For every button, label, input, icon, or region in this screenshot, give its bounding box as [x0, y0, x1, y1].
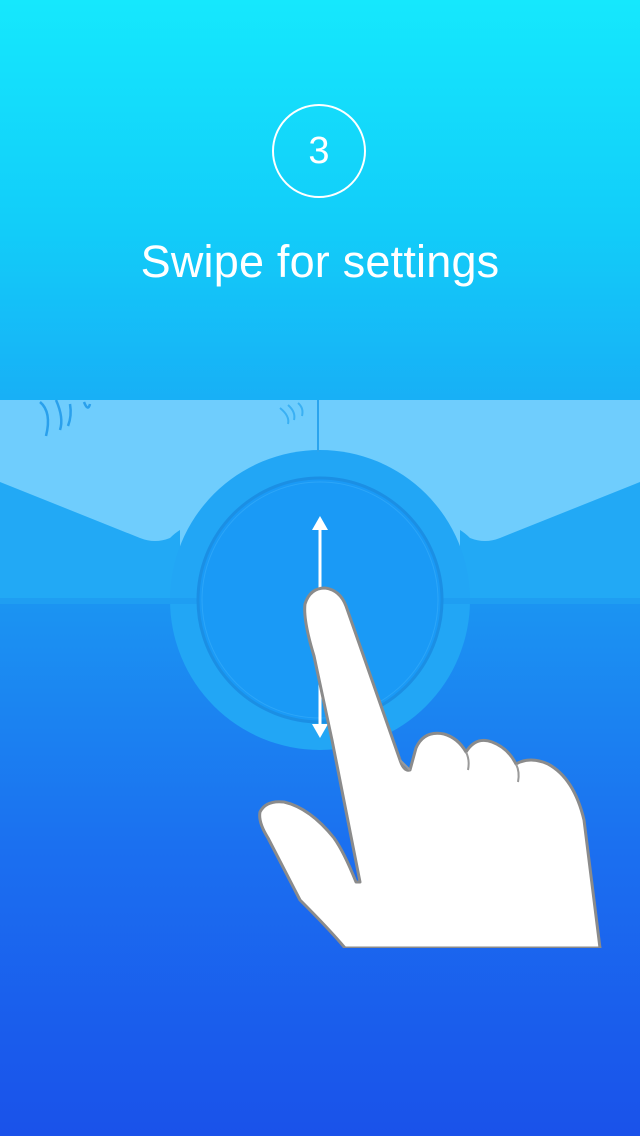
- pointing-hand-icon: [258, 586, 602, 948]
- onboarding-screen: 3 Swipe for settings: [0, 0, 640, 1136]
